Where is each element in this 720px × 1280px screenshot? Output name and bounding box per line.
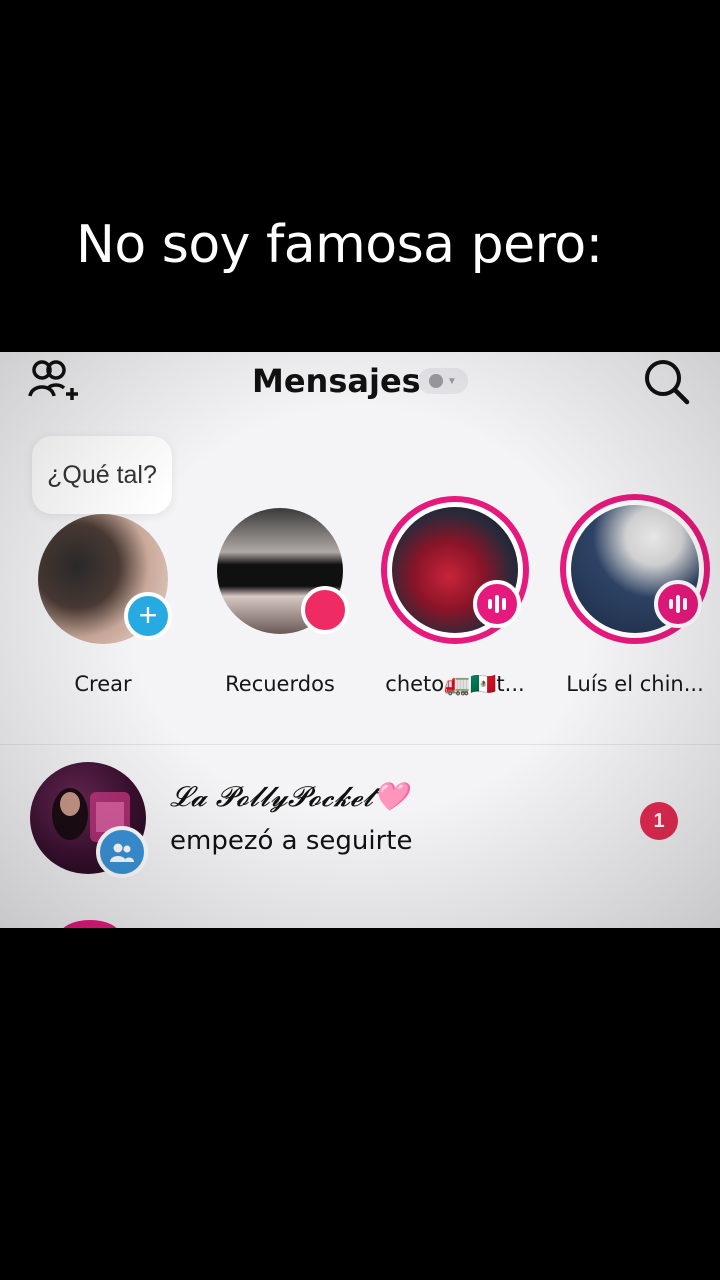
page-title: Mensajes [252,362,421,400]
plus-icon: + [124,592,172,640]
next-row-avatar[interactable] [60,920,120,928]
conversation-name: 𝓛𝓪 𝓟𝓸𝓵𝓵𝔂𝓟𝓸𝓬𝓴𝓮𝓽🩷 [170,780,408,813]
story-user-luis[interactable]: Luís el chin... [550,494,720,696]
video-caption: No soy famosa pero: [76,215,603,275]
status-toggle[interactable]: ▼ [418,368,468,394]
live-icon [654,580,702,628]
messages-screen: Mensajes ▼ ¿Qué tal? + Crear Recuerdos c… [0,352,720,928]
story-label: Luís el chin... [566,672,704,696]
avatar: + [38,514,172,644]
search-icon[interactable] [642,358,692,406]
avatar [217,508,349,634]
story-label: cheto🚛🇲🇽t... [385,672,525,696]
group-icon [96,826,148,878]
avatar [381,496,529,644]
status-dot [429,374,444,388]
avatar [560,494,710,644]
story-create[interactable]: + Crear [18,502,188,696]
chevron-down-icon: ▼ [447,375,457,387]
unread-badge: 1 [640,802,678,840]
story-user-cheto[interactable]: cheto🚛🇲🇽t... [370,496,540,696]
story-label: Recuerdos [225,672,335,696]
record-icon [301,586,349,634]
divider [0,744,720,745]
story-label: Crear [74,672,132,696]
add-friends-icon[interactable] [26,358,80,404]
conversation-row[interactable]: 𝓛𝓪 𝓟𝓸𝓵𝓵𝔂𝓟𝓸𝓬𝓴𝓮𝓽🩷 empezó a seguirte 1 [0,752,720,890]
story-memories[interactable]: Recuerdos [195,502,365,696]
live-icon [473,580,521,628]
conversation-preview: empezó a seguirte [170,826,413,856]
top-bar: Mensajes ▼ [0,352,720,412]
